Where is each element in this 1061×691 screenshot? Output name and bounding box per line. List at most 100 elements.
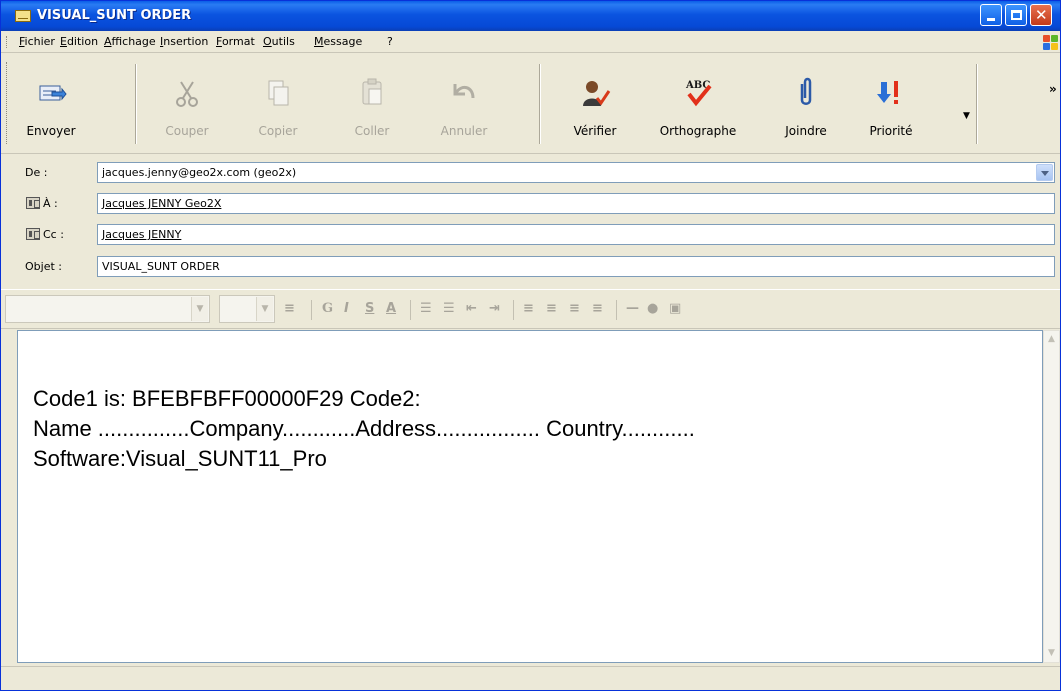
menu-outils[interactable]: Outils: [263, 35, 295, 48]
copy-button-label: Copier: [258, 124, 298, 138]
body-vertical-scrollbar[interactable]: ▲ ▼: [1043, 330, 1060, 663]
horizontal-line-icon[interactable]: —: [626, 301, 639, 316]
compose-mail-icon: [15, 10, 31, 22]
paste-button[interactable]: Coller: [327, 54, 417, 154]
message-body[interactable]: Code1 is: BFEBFBFF00000F29 Code2: Name .…: [17, 330, 1043, 663]
paragraph-style-icon[interactable]: ≡: [284, 301, 295, 316]
subject-field[interactable]: VISUAL_SUNT ORDER: [97, 256, 1055, 277]
chevron-down-icon: ▼: [256, 297, 273, 321]
attach-button-label: Joindre: [785, 124, 827, 138]
font-size-select[interactable]: ▼: [219, 295, 275, 323]
underline-icon[interactable]: S: [365, 301, 374, 316]
scroll-up-icon[interactable]: ▲: [1044, 331, 1059, 348]
from-label: De :: [25, 166, 48, 179]
cc-label[interactable]: Cc :: [43, 228, 64, 241]
from-row: De : jacques.jenny@geo2x.com (geo2x): [1, 161, 1060, 183]
cc-field[interactable]: Jacques JENNY: [97, 224, 1055, 245]
menu-help[interactable]: ?: [387, 35, 393, 48]
menu-bar: Fichier Edition Affichage Insertion Form…: [1, 31, 1060, 53]
address-book-icon[interactable]: [26, 228, 40, 240]
chevron-down-icon[interactable]: [1036, 164, 1053, 181]
format-separator: [311, 300, 312, 320]
format-separator: [410, 300, 411, 320]
paste-icon: [362, 78, 382, 105]
menubar-grip[interactable]: [6, 36, 8, 48]
priority-button[interactable]: Priorité: [853, 54, 929, 154]
attach-button[interactable]: Joindre: [761, 54, 851, 154]
align-left-icon[interactable]: ≡: [523, 301, 534, 316]
windows-logo-icon: [1041, 34, 1059, 51]
status-bar: [1, 666, 1060, 690]
compose-window: VISUAL_SUNT ORDER ✕ Fichier Edition Affi…: [0, 0, 1061, 691]
scroll-down-icon[interactable]: ▼: [1044, 645, 1059, 662]
send-button-label: Envoyer: [26, 124, 76, 138]
window-title: VISUAL_SUNT ORDER: [37, 8, 192, 23]
cc-recipient: Jacques JENNY: [102, 228, 182, 241]
cc-row: Cc : Jacques JENNY: [1, 223, 1060, 245]
spelling-button-label: Orthographe: [659, 124, 737, 138]
spelling-icon: ABC: [685, 80, 712, 107]
address-book-icon[interactable]: [26, 197, 40, 209]
send-button[interactable]: Envoyer: [9, 54, 93, 154]
priority-icon: [877, 81, 898, 104]
to-field[interactable]: Jacques JENNY Geo2X: [97, 193, 1055, 214]
subject-row: Objet : VISUAL_SUNT ORDER: [1, 255, 1060, 277]
close-button[interactable]: ✕: [1030, 4, 1052, 26]
paste-button-label: Coller: [354, 124, 390, 138]
undo-button-label: Annuler: [440, 124, 488, 138]
from-field[interactable]: jacques.jenny@geo2x.com (geo2x): [97, 162, 1055, 183]
scissors-icon: [176, 81, 198, 107]
to-recipient: Jacques JENNY Geo2X: [102, 197, 222, 210]
toolbar-overflow-chevron-icon[interactable]: »: [1049, 82, 1057, 96]
insert-image-icon[interactable]: ▣: [669, 301, 681, 316]
body-line-code: Code1 is: BFEBFBFF00000F29 Code2:: [33, 386, 421, 411]
cut-button[interactable]: Couper: [141, 54, 233, 154]
maximize-icon: [1011, 10, 1022, 20]
align-right-icon[interactable]: ≡: [569, 301, 580, 316]
to-row: À : Jacques JENNY Geo2X: [1, 192, 1060, 214]
format-separator: [513, 300, 514, 320]
priority-dropdown-arrow-icon[interactable]: ▼: [963, 111, 970, 121]
priority-button-label: Priorité: [869, 124, 913, 138]
formatting-toolbar: ▼ ▼ ≡ G I S A ☰ ☰ ⇤ ⇥ ≡ ≡ ≡ ≡ — ● ▣: [1, 289, 1060, 329]
insert-link-icon[interactable]: ●: [647, 301, 658, 316]
menu-format[interactable]: Format: [216, 35, 255, 48]
message-body-text[interactable]: Code1 is: BFEBFBFF00000F29 Code2: Name .…: [33, 384, 695, 474]
toolbar-separator: [135, 64, 137, 144]
bold-icon[interactable]: G: [322, 301, 333, 316]
copy-icon: [268, 80, 289, 106]
to-label[interactable]: À :: [43, 197, 58, 210]
increase-indent-icon[interactable]: ⇥: [489, 301, 500, 316]
minimize-button[interactable]: [980, 4, 1002, 26]
toolbar: Envoyer Couper Copier Coller Annuler Vér…: [1, 54, 1060, 154]
close-icon: ✕: [1035, 6, 1048, 24]
font-family-select[interactable]: ▼: [5, 295, 210, 323]
decrease-indent-icon[interactable]: ⇤: [466, 301, 477, 316]
font-color-icon[interactable]: A: [386, 301, 396, 316]
subject-label: Objet :: [25, 260, 62, 273]
maximize-button[interactable]: [1005, 4, 1027, 26]
cut-button-label: Couper: [165, 124, 209, 138]
undo-button[interactable]: Annuler: [419, 54, 509, 154]
copy-button[interactable]: Copier: [233, 54, 323, 154]
justify-icon[interactable]: ≡: [592, 301, 603, 316]
check-names-button[interactable]: Vérifier: [549, 54, 641, 154]
italic-icon[interactable]: I: [344, 301, 349, 316]
menu-message[interactable]: Message: [314, 35, 362, 48]
numbered-list-icon[interactable]: ☰: [420, 301, 432, 316]
toolbar-separator: [539, 64, 541, 144]
send-icon: [39, 85, 67, 101]
menu-affichage[interactable]: Affichage: [104, 35, 156, 48]
align-center-icon[interactable]: ≡: [546, 301, 557, 316]
title-bar[interactable]: VISUAL_SUNT ORDER ✕: [1, 1, 1060, 31]
bullet-list-icon[interactable]: ☰: [443, 301, 455, 316]
paperclip-icon: [800, 77, 812, 105]
menu-edition[interactable]: Edition: [60, 35, 98, 48]
spelling-button[interactable]: ABC Orthographe: [643, 54, 753, 154]
menu-insertion[interactable]: Insertion: [160, 35, 208, 48]
menu-fichier[interactable]: Fichier: [19, 35, 55, 48]
from-value: jacques.jenny@geo2x.com (geo2x): [102, 166, 297, 179]
toolbar-grip[interactable]: [6, 62, 8, 144]
undo-icon: [453, 84, 475, 99]
toolbar-separator: [976, 64, 978, 144]
